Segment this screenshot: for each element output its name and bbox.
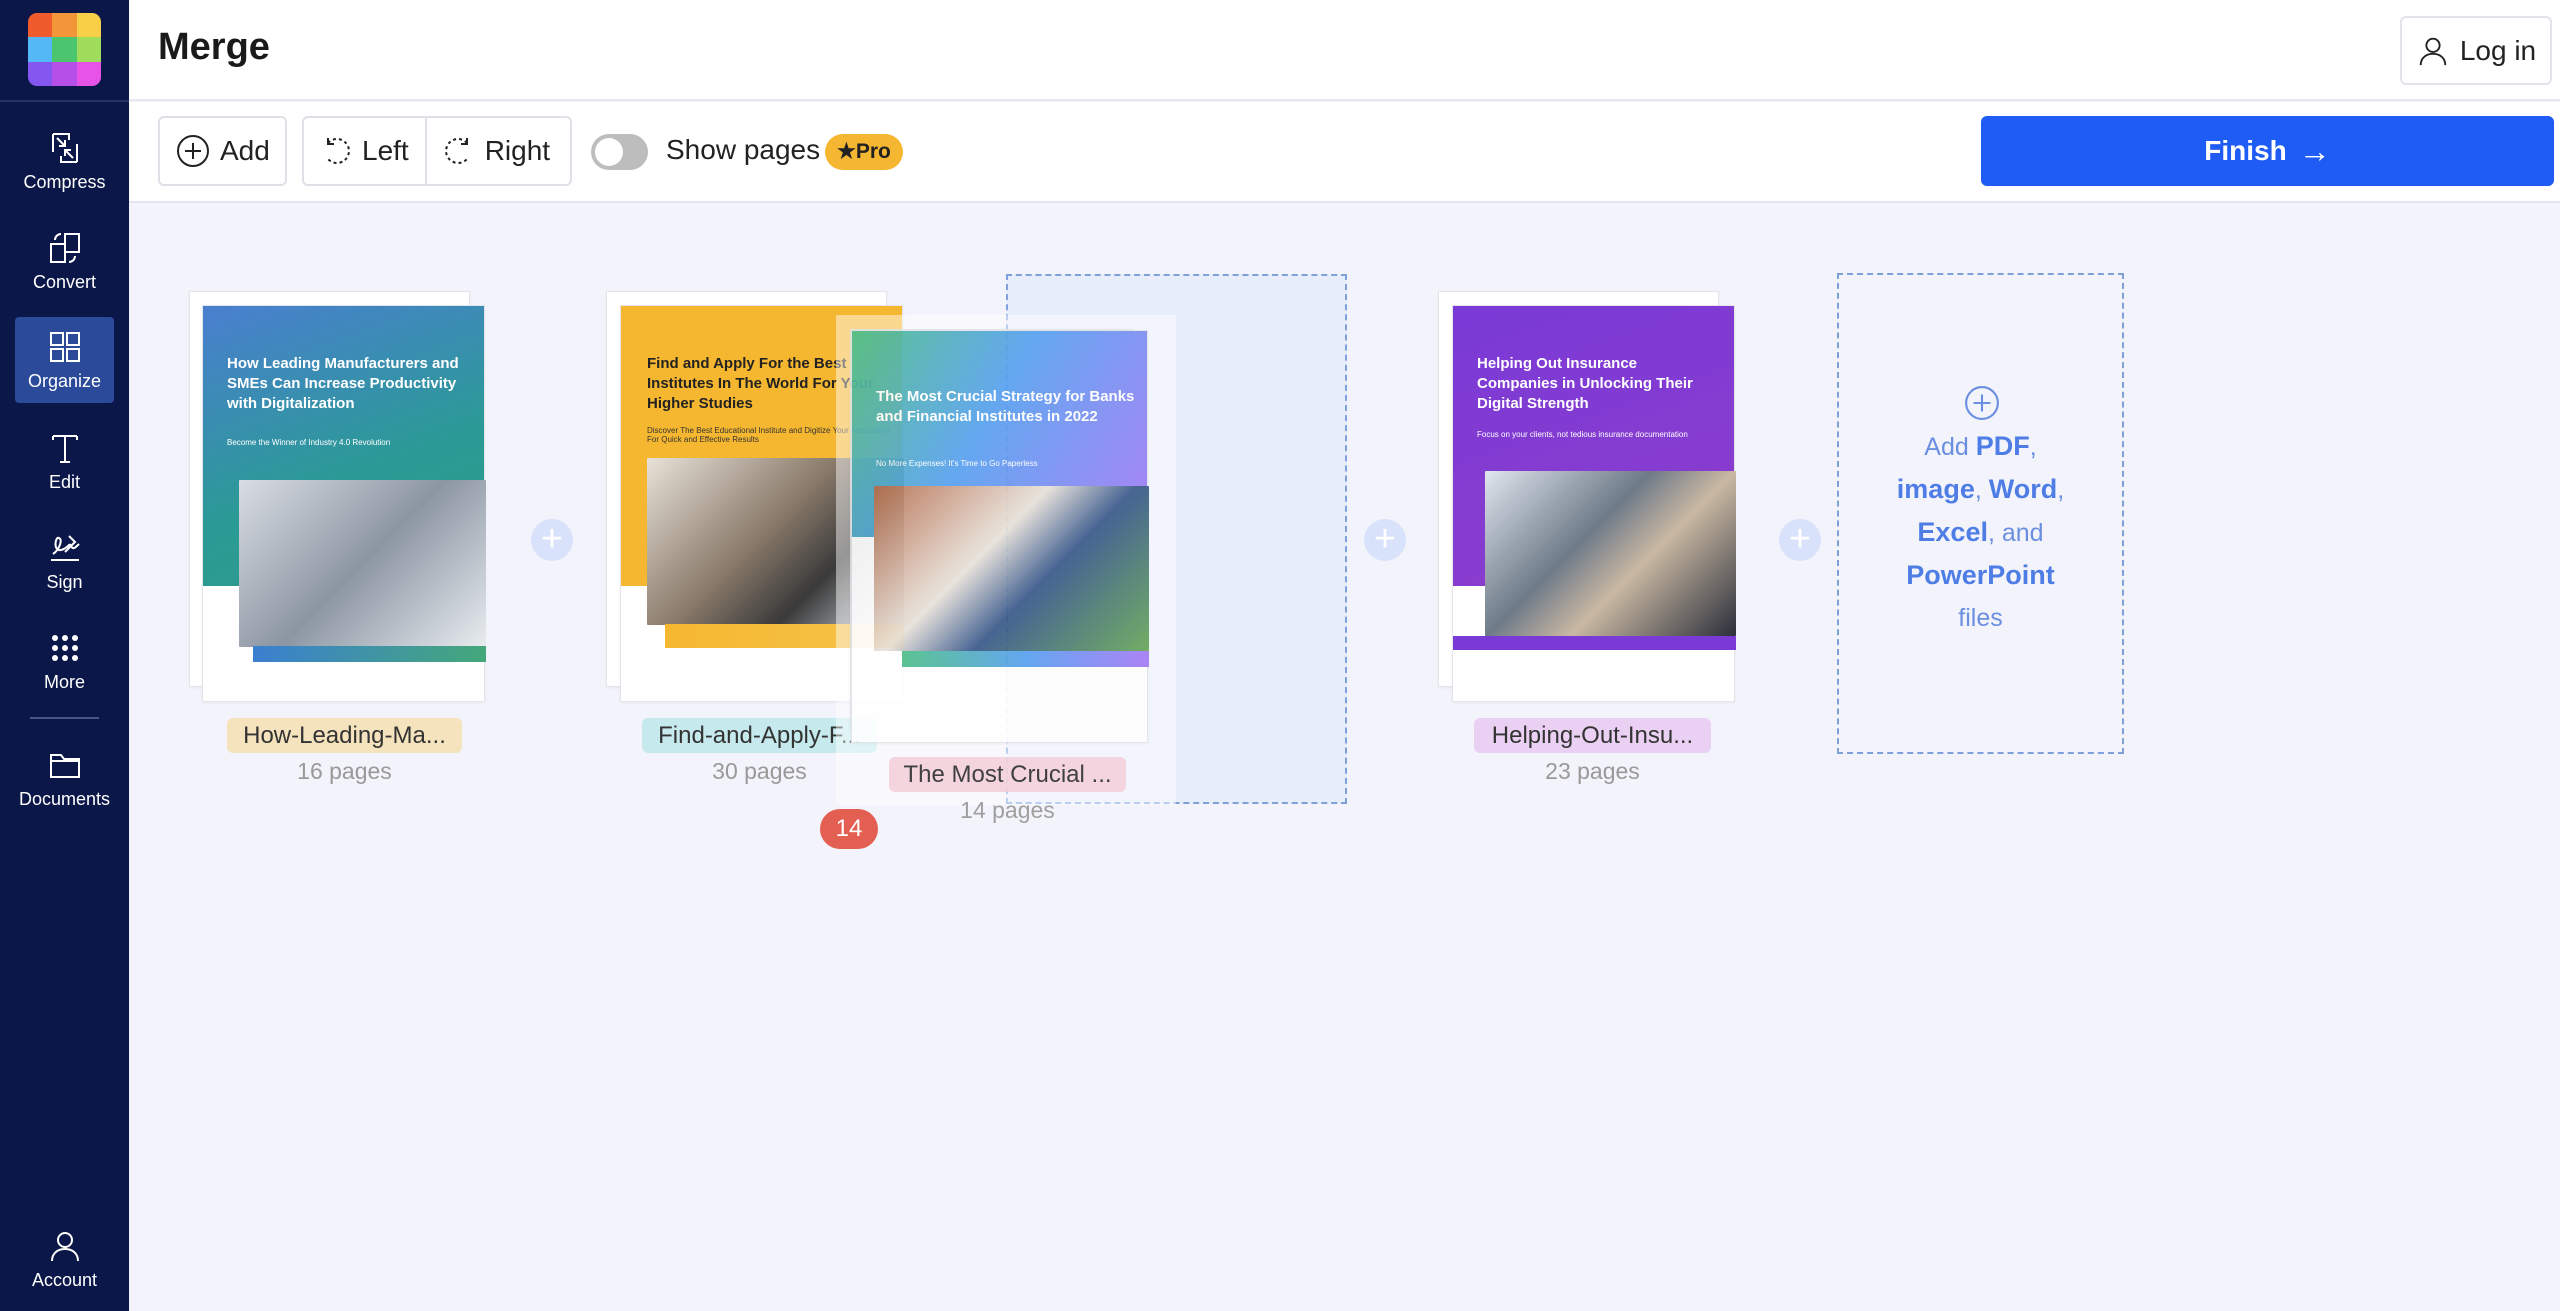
sidebar-item-convert[interactable]: Convert bbox=[15, 218, 114, 304]
sidebar-item-edit[interactable]: Edit bbox=[15, 418, 114, 504]
user-icon bbox=[2419, 37, 2447, 65]
file-name-label: How-Leading-Ma... bbox=[227, 718, 462, 753]
rotate-right-icon bbox=[444, 138, 468, 164]
divider bbox=[0, 100, 129, 102]
page-title: Merge bbox=[158, 26, 270, 68]
rotate-group: Left Right bbox=[302, 116, 572, 186]
sidebar-item-sign[interactable]: Sign bbox=[15, 518, 114, 604]
plus-circle-icon bbox=[1965, 386, 1999, 420]
folder-icon bbox=[49, 754, 80, 778]
toolbar: Add Left Right Show pages ★Pro Finish → bbox=[129, 102, 2560, 203]
drag-page-count-badge: 14 bbox=[820, 809, 878, 849]
show-pages-label: Show pages bbox=[666, 134, 821, 165]
page-count: 23 pages bbox=[1545, 758, 1640, 784]
app-logo[interactable] bbox=[28, 13, 101, 86]
divider bbox=[30, 717, 99, 719]
sidebar: Compress Convert Organize Edit Sign More… bbox=[0, 0, 129, 1311]
cover-strip bbox=[253, 646, 486, 662]
header: Merge Log in bbox=[129, 0, 2560, 101]
cover-strip bbox=[902, 651, 1149, 667]
insert-file-button[interactable]: + bbox=[531, 519, 573, 561]
cover-photo bbox=[874, 486, 1149, 651]
sidebar-item-organize[interactable]: Organize bbox=[15, 317, 114, 403]
sidebar-item-more[interactable]: More bbox=[15, 618, 114, 704]
show-pages-toggle[interactable] bbox=[591, 134, 648, 170]
rotate-left-icon bbox=[327, 138, 350, 164]
text-edit-icon bbox=[51, 435, 78, 463]
star-icon: ★ bbox=[837, 140, 856, 163]
file-thumbnail[interactable]: Helping Out Insurance Companies in Unloc… bbox=[1452, 305, 1736, 702]
plus-circle-icon bbox=[177, 135, 209, 167]
compress-icon bbox=[51, 133, 78, 163]
add-button[interactable]: Add bbox=[158, 116, 287, 186]
pro-badge: ★Pro bbox=[825, 134, 903, 170]
cover-photo bbox=[239, 480, 486, 647]
page-count: 16 pages bbox=[297, 758, 392, 784]
convert-icon bbox=[49, 233, 80, 263]
insert-file-button[interactable]: + bbox=[1364, 519, 1406, 561]
page-count: 14 pages bbox=[960, 797, 1055, 823]
arrow-right-icon: → bbox=[2298, 132, 2331, 169]
signature-icon bbox=[50, 535, 80, 561]
sidebar-item-compress[interactable]: Compress bbox=[15, 118, 114, 204]
organize-icon bbox=[49, 332, 80, 362]
rotate-right-button[interactable]: Right bbox=[427, 118, 566, 184]
file-thumbnail[interactable]: How Leading Manufacturers and SMEs Can I… bbox=[202, 305, 486, 702]
sidebar-item-account[interactable]: Account bbox=[15, 1216, 114, 1302]
file-name-label: Helping-Out-Insu... bbox=[1474, 718, 1711, 753]
finish-button[interactable]: Finish → bbox=[1981, 116, 2554, 186]
sidebar-item-documents[interactable]: Documents bbox=[15, 735, 114, 821]
file-name-label: The Most Crucial ... bbox=[889, 757, 1126, 792]
login-button[interactable]: Log in bbox=[2400, 16, 2552, 85]
add-files-text: Add PDF, image, Word, Excel, and PowerPo… bbox=[1896, 431, 2065, 632]
file-thumbnail[interactable]: The Most Crucial Strategy for Banks and … bbox=[851, 330, 1149, 743]
cover-strip bbox=[1453, 636, 1736, 650]
grid-dots-icon bbox=[51, 635, 78, 661]
add-files-dropzone[interactable]: Add PDF, image, Word, Excel, and PowerPo… bbox=[1837, 273, 2124, 754]
rotate-left-button[interactable]: Left bbox=[304, 118, 427, 184]
dragged-file-card[interactable]: The Most Crucial Strategy for Banks and … bbox=[836, 315, 1176, 823]
cover-photo bbox=[1485, 471, 1736, 636]
user-icon bbox=[50, 1232, 79, 1262]
insert-file-button[interactable]: + bbox=[1779, 519, 1821, 561]
